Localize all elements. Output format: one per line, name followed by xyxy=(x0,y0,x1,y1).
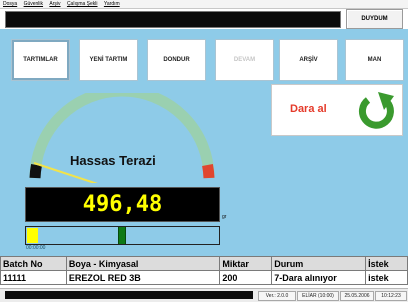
weighings-button[interactable]: TARTIMLAR xyxy=(11,39,70,81)
batch-table: Batch No Boya - Kimyasal Miktar Durum İs… xyxy=(0,256,408,285)
refresh-arrow-icon xyxy=(358,92,394,129)
elapsed-time: 00:00:00 xyxy=(26,245,46,251)
acknowledge-button[interactable]: DUYDUM xyxy=(346,9,403,29)
col-batch-no: Batch No xyxy=(0,256,67,271)
scale-title: Hassas Terazi xyxy=(70,153,156,168)
table-header-row: Batch No Boya - Kimyasal Miktar Durum İs… xyxy=(0,256,408,271)
weight-reading: 496,48 xyxy=(82,192,163,217)
menu-file[interactable]: Dosya xyxy=(3,1,17,7)
menu-archive[interactable]: Arşiv xyxy=(49,1,60,7)
new-weighing-button[interactable]: YENİ TARTIM xyxy=(79,39,138,81)
date-label: 25.05.2006 xyxy=(340,291,374,301)
gauge-low-zone xyxy=(29,163,42,179)
col-status: Durum xyxy=(271,256,367,271)
target-marker xyxy=(118,227,126,244)
weight-gauge xyxy=(29,93,215,183)
menu-bar: Dosya Güvenlik Arşiv Çalışma Şekli Yardı… xyxy=(0,0,408,9)
freeze-button[interactable]: DONDUR xyxy=(147,39,206,81)
cell-material: EREZOL RED 3B xyxy=(65,270,221,285)
weighing-progress-bar xyxy=(25,226,220,245)
cell-amount: 200 xyxy=(219,270,273,285)
clock-label: 10:12:23 xyxy=(375,291,407,301)
cell-request: istek xyxy=(365,270,408,285)
menu-help[interactable]: Yardım xyxy=(104,1,120,7)
archive-button[interactable]: ARŞİV xyxy=(279,39,338,81)
manual-button[interactable]: MAN xyxy=(345,39,404,81)
version-label: Ver.: 2.0.0 xyxy=(258,291,296,301)
alert-message-bar xyxy=(5,11,341,28)
status-message-area xyxy=(5,291,253,299)
col-request: İstek xyxy=(365,256,408,271)
cell-batch-no: 11111 xyxy=(0,270,67,285)
tare-button[interactable]: Dara al xyxy=(271,84,403,136)
col-material: Boya - Kimyasal xyxy=(65,256,221,271)
menu-work-mode[interactable]: Çalışma Şekli xyxy=(67,1,98,7)
weight-unit: gr xyxy=(222,214,227,220)
progress-fill xyxy=(27,228,38,243)
weight-display: 496,48 xyxy=(25,187,220,222)
user-label: ELİAR (10:00) xyxy=(297,291,339,301)
tare-label: Dara al xyxy=(290,103,327,115)
cell-status: 7-Dara alınıyor xyxy=(271,270,367,285)
menu-security[interactable]: Güvenlik xyxy=(24,1,43,7)
status-bar: Ver.: 2.0.0 ELİAR (10:00) 25.05.2006 10:… xyxy=(0,288,408,302)
table-row[interactable]: 11111 EREZOL RED 3B 200 7-Dara alınıyor … xyxy=(0,270,408,285)
continue-button[interactable]: DEVAM xyxy=(215,39,274,81)
col-amount: Miktar xyxy=(219,256,273,271)
gauge-high-zone xyxy=(202,163,215,179)
